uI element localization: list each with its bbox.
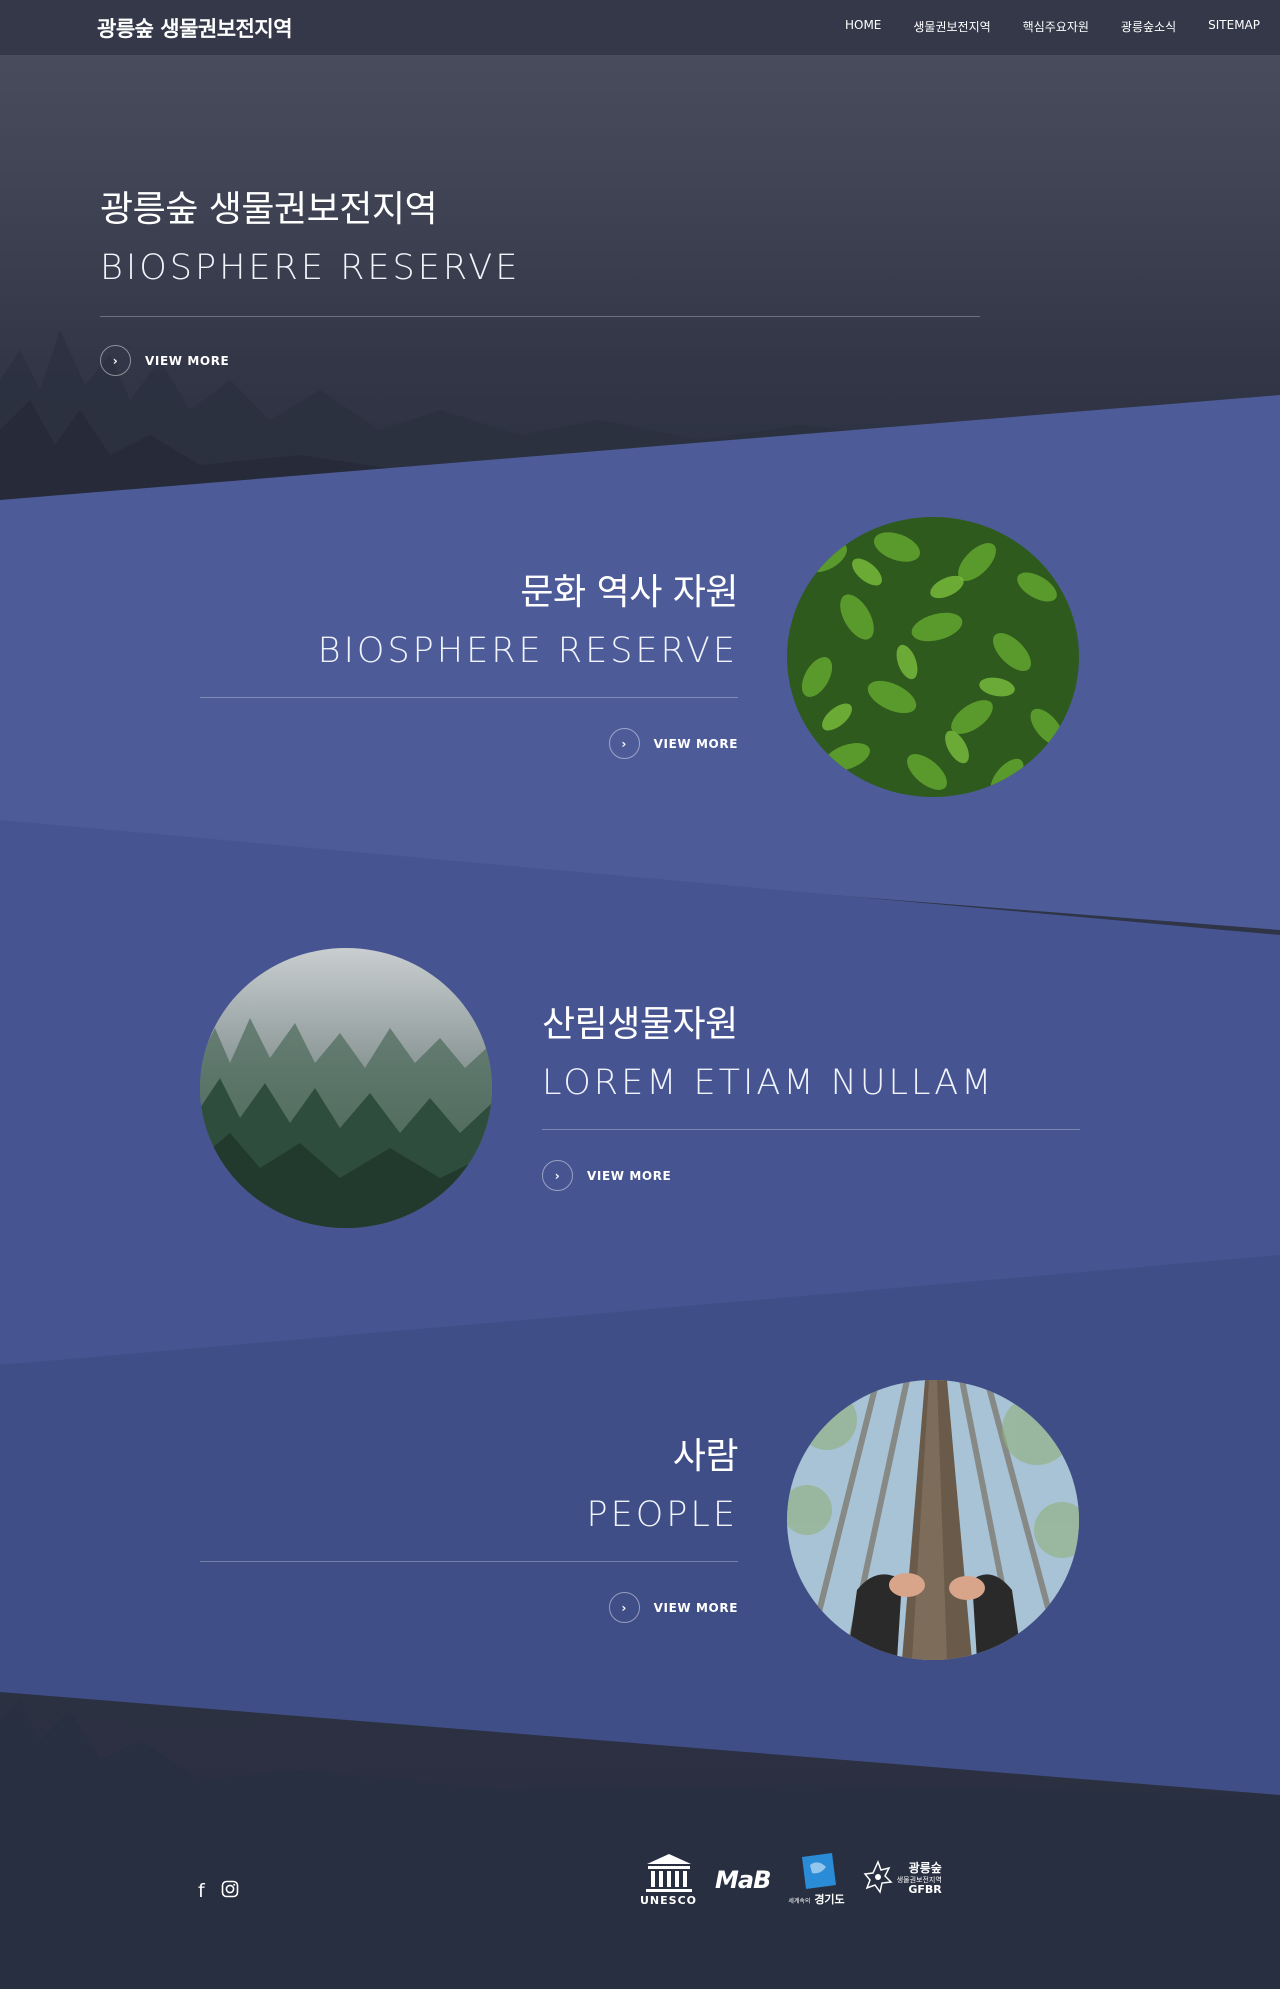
hero-section: 광릉숲 생물권보전지역 BIOSPHERE RESERVE › VIEW MOR…	[100, 180, 980, 376]
section-title-kr: 문화 역사 자원	[520, 572, 738, 613]
mab-logo[interactable]: MaB	[715, 1866, 771, 1894]
nav-core-resources[interactable]: 핵심주요자원	[1023, 18, 1089, 35]
facebook-icon[interactable]: f	[198, 1880, 205, 1903]
view-more-label: VIEW MORE	[587, 1168, 672, 1183]
leaves-photo	[787, 517, 1079, 797]
section-culture: 문화 역사 자원 BIOSPHERE RESERVE › VIEW MORE	[200, 563, 739, 759]
section-view-more[interactable]: › VIEW MORE	[200, 728, 738, 759]
chevron-right-icon: ›	[100, 345, 131, 376]
misty-forest-photo	[200, 948, 492, 1228]
section-title-kr: 사람	[672, 1436, 739, 1477]
gyeonggi-emblem-icon	[801, 1852, 836, 1889]
nav-news[interactable]: 광릉숲소식	[1121, 18, 1176, 35]
hero-divider	[100, 316, 980, 317]
section-divider	[200, 1561, 738, 1562]
section-people: 사람 PEOPLE › VIEW MORE	[200, 1427, 739, 1623]
gfbr-logo[interactable]: 광릉숲 생물권보전지역 GFBR	[863, 1859, 942, 1900]
tree-hug-photo	[787, 1380, 1079, 1660]
view-more-label: VIEW MORE	[653, 736, 738, 751]
hero-view-more[interactable]: › VIEW MORE	[100, 345, 980, 376]
section-title-kr: 산림생물자원	[542, 1004, 738, 1045]
gyeonggi-logo[interactable]: 세계속의 경기도	[788, 1852, 845, 1907]
section-title-en: PEOPLE	[586, 1495, 738, 1535]
hero-title-kr: 광릉숲 생물권보전지역	[100, 189, 438, 230]
section-view-more[interactable]: › VIEW MORE	[200, 1592, 738, 1623]
hero-title-en: BIOSPHERE RESERVE	[100, 248, 521, 288]
gfbr-emblem-icon	[863, 1859, 893, 1894]
nav-biosphere[interactable]: 생물권보전지역	[913, 18, 990, 35]
section-divider	[200, 697, 738, 698]
chevron-right-icon: ›	[542, 1160, 573, 1191]
top-header: 광릉숲 생물권보전지역 HOME 생물권보전지역 핵심주요자원 광릉숲소식 SI…	[0, 0, 1280, 55]
nav-home[interactable]: HOME	[845, 18, 881, 35]
view-more-label: VIEW MORE	[145, 353, 230, 368]
section-title-en: LOREM ETIAM NULLAM	[542, 1063, 995, 1103]
section-divider	[542, 1129, 1080, 1130]
temple-icon	[645, 1854, 692, 1892]
chevron-right-icon: ›	[608, 728, 640, 759]
section-title-en: BIOSPHERE RESERVE	[317, 631, 738, 671]
main-nav: HOME 생물권보전지역 핵심주요자원 광릉숲소식 SITEMAP	[845, 18, 1260, 35]
view-more-label: VIEW MORE	[653, 1600, 738, 1615]
unesco-logo[interactable]: UNESCO	[640, 1852, 697, 1907]
social-links: f	[198, 1880, 239, 1903]
partner-logos: UNESCO MaB 세계속의 경기도 광릉숲 생물권보전지역 GFBR	[640, 1852, 942, 1907]
site-logo[interactable]: 광릉숲 생물권보전지역	[97, 13, 293, 43]
instagram-icon[interactable]	[221, 1880, 239, 1903]
nav-sitemap[interactable]: SITEMAP	[1208, 18, 1260, 35]
chevron-right-icon: ›	[608, 1592, 640, 1623]
section-forest: 산림생물자원 LOREM ETIAM NULLAM › VIEW MORE	[542, 995, 1080, 1191]
section-view-more[interactable]: › VIEW MORE	[542, 1160, 1080, 1191]
